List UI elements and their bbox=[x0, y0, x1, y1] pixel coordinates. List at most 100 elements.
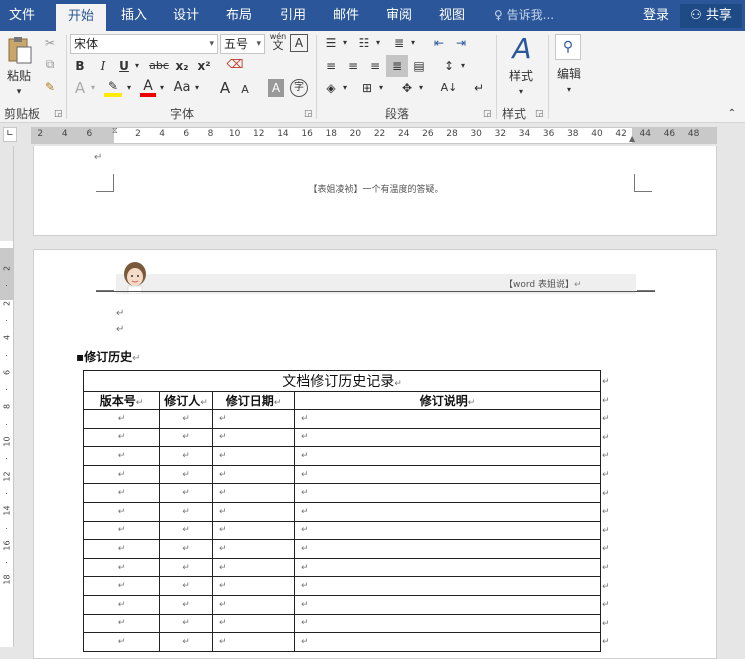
tab-mailings[interactable]: 邮件 bbox=[323, 0, 369, 31]
font-name-combo[interactable]: 宋体 ▾ bbox=[70, 34, 218, 54]
table-cell[interactable]: ↵ bbox=[212, 576, 295, 596]
chevron-down-icon[interactable]: ▾ bbox=[157, 79, 167, 97]
table-cell[interactable]: ↵ bbox=[212, 464, 295, 485]
align-left-icon[interactable]: ≡ bbox=[322, 57, 340, 75]
table-cell[interactable]: ↵ bbox=[293, 539, 602, 559]
chevron-down-icon[interactable]: ▾ bbox=[416, 79, 426, 97]
table-cell[interactable]: ↵ bbox=[212, 427, 295, 448]
chevron-down-icon[interactable]: ▾ bbox=[458, 57, 468, 75]
right-indent-marker-icon[interactable]: ▲ bbox=[629, 134, 635, 143]
tab-home[interactable]: 开始 bbox=[56, 4, 106, 31]
chevron-down-icon[interactable]: ▾ bbox=[340, 34, 350, 52]
character-border-icon[interactable]: A bbox=[290, 34, 308, 52]
paragraph-launcher-icon[interactable]: ◲ bbox=[483, 109, 492, 119]
phonetic-guide-icon[interactable]: wén 文 bbox=[268, 32, 288, 51]
enclose-characters-icon[interactable]: 字 bbox=[290, 79, 308, 97]
subscript-button[interactable]: x₂ bbox=[172, 57, 192, 75]
table-cell[interactable]: ↵ bbox=[159, 483, 213, 503]
decrease-indent-icon[interactable]: ⇤ bbox=[430, 34, 448, 52]
table-cell[interactable]: ↵ bbox=[159, 427, 213, 448]
line-spacing-icon[interactable]: ↕ bbox=[440, 57, 458, 75]
justify-icon[interactable]: ≣ bbox=[386, 55, 408, 77]
table-cell[interactable]: ↵ bbox=[83, 409, 160, 429]
show-marks-icon[interactable]: ↵ bbox=[470, 79, 488, 97]
chevron-down-icon[interactable]: ▾ bbox=[408, 34, 418, 52]
table-cell[interactable]: ↵ bbox=[212, 632, 295, 652]
styles-launcher-icon[interactable]: ◲ bbox=[535, 109, 544, 119]
column-header[interactable]: 修订日期↵ bbox=[212, 391, 295, 410]
table-cell[interactable]: ↵ bbox=[159, 409, 213, 429]
section-heading[interactable]: ▪修订历史↵ bbox=[76, 348, 141, 365]
column-header[interactable]: 修订说明↵ bbox=[293, 391, 602, 410]
table-cell[interactable]: ↵ bbox=[83, 520, 160, 541]
chevron-down-icon[interactable]: ▾ bbox=[132, 57, 142, 75]
table-cell[interactable]: ↵ bbox=[293, 446, 602, 466]
grow-font-icon[interactable]: A bbox=[217, 79, 233, 97]
login-link[interactable]: 登录 bbox=[643, 0, 669, 31]
paste-icon[interactable] bbox=[4, 35, 34, 65]
tab-review[interactable]: 审阅 bbox=[376, 0, 422, 31]
table-cell[interactable]: ↵ bbox=[159, 594, 213, 615]
clipboard-launcher-icon[interactable]: ◲ bbox=[54, 109, 63, 119]
table-cell[interactable]: ↵ bbox=[293, 576, 602, 596]
table-cell[interactable]: ↵ bbox=[212, 539, 295, 559]
borders-icon[interactable]: ⊞ bbox=[358, 79, 376, 97]
table-cell[interactable]: ↵ bbox=[83, 594, 160, 615]
table-cell[interactable]: ↵ bbox=[293, 632, 602, 652]
paste-dropdown-icon[interactable]: ▾ bbox=[14, 83, 24, 101]
tab-insert[interactable]: 插入 bbox=[111, 0, 157, 31]
table-cell[interactable]: ↵ bbox=[293, 594, 602, 615]
table-cell[interactable]: ↵ bbox=[83, 446, 160, 466]
table-cell[interactable]: ↵ bbox=[83, 501, 160, 522]
distributed-icon[interactable]: ▤ bbox=[410, 57, 428, 75]
tab-selector-icon[interactable]: ∟ bbox=[3, 127, 17, 142]
styles-icon[interactable]: A bbox=[505, 33, 539, 65]
align-center-icon[interactable]: ≡ bbox=[344, 57, 362, 75]
cut-icon[interactable]: ✂ bbox=[42, 34, 58, 52]
find-icon[interactable]: ⚲ bbox=[555, 34, 581, 60]
table-cell[interactable]: ↵ bbox=[83, 613, 160, 634]
chevron-down-icon[interactable]: ▾ bbox=[564, 81, 574, 99]
change-case-icon[interactable]: Aa bbox=[172, 79, 192, 97]
table-cell[interactable]: ↵ bbox=[212, 520, 295, 541]
numbering-icon[interactable]: ☷ bbox=[355, 34, 373, 52]
table-cell[interactable]: ↵ bbox=[293, 427, 602, 448]
vertical-ruler[interactable]: 2 · 2 · 4 · 6 · 8 · 10 · 12 · 14 · 16 · 18 bbox=[0, 146, 14, 647]
bold-button[interactable]: B bbox=[72, 57, 88, 75]
table-cell[interactable]: ↵ bbox=[293, 520, 602, 541]
revision-table[interactable]: 文档修订历史记录↵ 版本号↵ 修订人↵ 修订日期↵ 修订说明↵ ↵ ↵ ↵ ↵ ↵ ↵ ↵ ↵… bbox=[82, 370, 602, 652]
character-shading-icon[interactable]: A bbox=[268, 79, 284, 97]
table-cell[interactable]: ↵ bbox=[159, 520, 213, 541]
copy-icon[interactable]: ⧉ bbox=[42, 55, 58, 73]
multilevel-list-icon[interactable]: ≣ bbox=[390, 34, 408, 52]
column-header[interactable]: 版本号↵ bbox=[83, 391, 160, 410]
tab-references[interactable]: 引用 bbox=[270, 0, 316, 31]
table-cell[interactable]: ↵ bbox=[159, 501, 213, 522]
strikethrough-button[interactable]: abc bbox=[148, 57, 170, 75]
chevron-down-icon[interactable]: ▾ bbox=[340, 79, 350, 97]
table-cell[interactable]: ↵ bbox=[293, 501, 602, 522]
superscript-button[interactable]: x² bbox=[194, 57, 214, 75]
clear-formatting-icon[interactable]: ⌫ bbox=[226, 55, 244, 73]
table-cell[interactable]: ↵ bbox=[83, 483, 160, 503]
chevron-down-icon[interactable]: ▾ bbox=[124, 79, 134, 97]
table-cell[interactable]: ↵ bbox=[293, 464, 602, 485]
table-cell[interactable]: ↵ bbox=[159, 539, 213, 559]
bullets-icon[interactable]: ☰ bbox=[322, 34, 340, 52]
table-cell[interactable]: ↵ bbox=[212, 483, 295, 503]
sort-icon[interactable]: A↓ bbox=[440, 79, 458, 97]
table-cell[interactable]: ↵ bbox=[212, 613, 295, 634]
collapse-ribbon-icon[interactable]: ⌃ bbox=[725, 105, 739, 123]
shading-icon[interactable]: ◈ bbox=[322, 79, 340, 97]
tab-layout[interactable]: 布局 bbox=[216, 0, 262, 31]
chevron-down-icon[interactable]: ▾ bbox=[192, 79, 202, 97]
table-cell[interactable]: ↵ bbox=[83, 576, 160, 596]
table-cell[interactable]: ↵ bbox=[212, 409, 295, 429]
table-cell[interactable]: ↵ bbox=[83, 427, 160, 448]
table-cell[interactable]: ↵ bbox=[212, 501, 295, 522]
font-size-combo[interactable]: 五号 ▾ bbox=[220, 34, 265, 54]
table-title-cell[interactable]: 文档修订历史记录↵ bbox=[82, 370, 602, 392]
table-cell[interactable]: ↵ bbox=[159, 632, 213, 652]
table-cell[interactable]: ↵ bbox=[293, 557, 602, 578]
horizontal-ruler[interactable]: 6 4 2 2 4 6 8 10 12 14 16 18 20 22 24 26 28 30 32 34 36 38 40 4… bbox=[31, 126, 717, 144]
